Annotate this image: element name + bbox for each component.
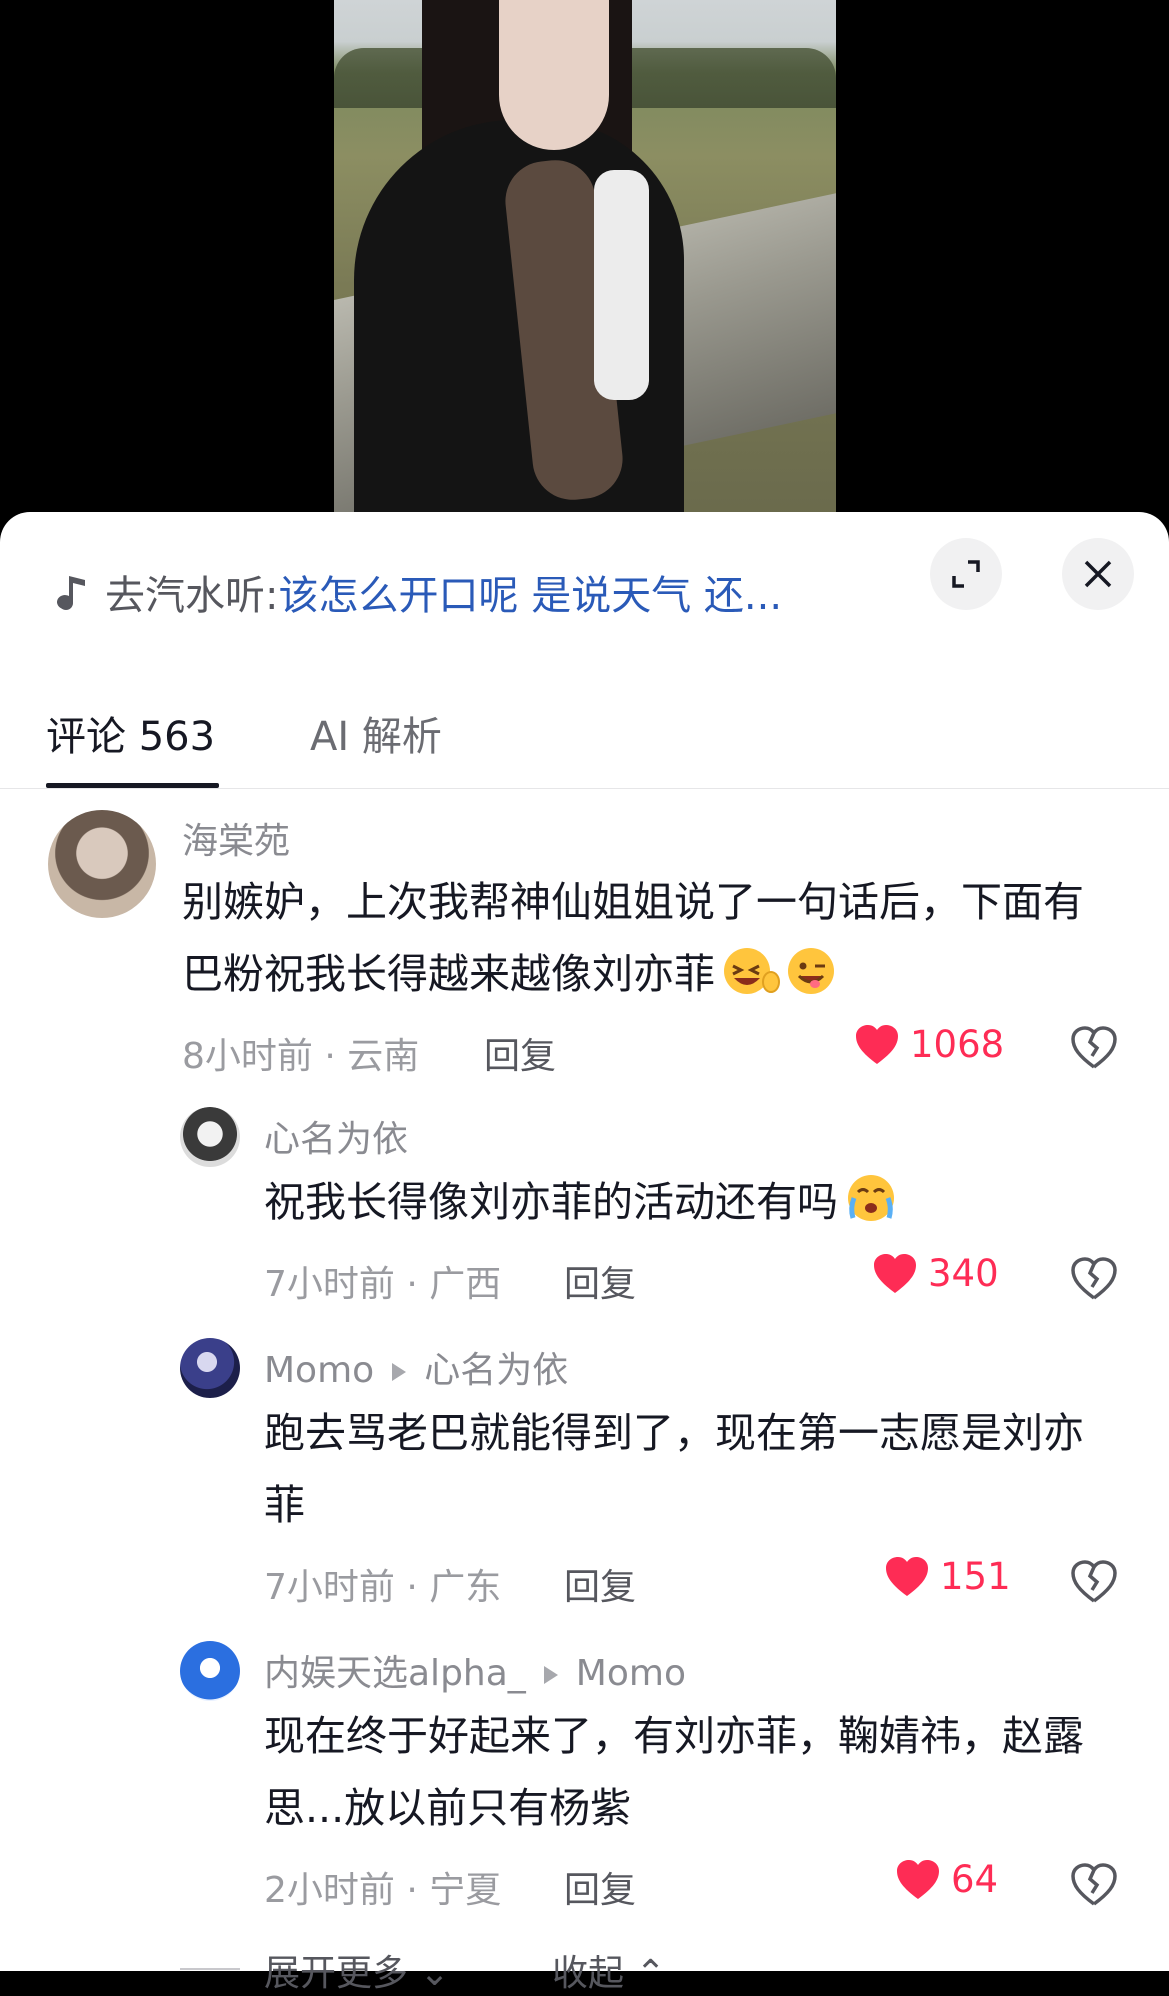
comment-text: 现在终于好起来了，有刘亦菲，鞠婧祎，赵露思...放以前只有杨紫: [264, 1712, 1084, 1832]
reply-arrow-icon: [543, 1666, 558, 1684]
chevron-down-icon: ⌄: [408, 1953, 450, 1994]
expand-button[interactable]: [930, 538, 1002, 610]
video-player[interactable]: [334, 0, 836, 520]
comment-username[interactable]: 内娱天选alpha_: [264, 1653, 526, 1694]
comment-username[interactable]: 海棠苑: [182, 812, 290, 864]
expand-icon: [952, 560, 980, 588]
music-note-icon: [57, 576, 85, 610]
like-count: 1068: [910, 1023, 1005, 1066]
collapse-button[interactable]: 收起 ⌃: [552, 1944, 666, 1996]
close-button[interactable]: [1062, 538, 1134, 610]
comment-meta: 7小时前 · 广西: [264, 1264, 502, 1305]
comment-username-row: 内娱天选alpha_ Momo: [264, 1644, 686, 1696]
comment-text: 跑去骂老巴就能得到了，现在第一志愿是刘亦菲: [264, 1409, 1084, 1529]
crying-face-icon: [842, 1172, 900, 1246]
like-button[interactable]: 1068: [854, 1023, 1004, 1066]
avatar[interactable]: [180, 1107, 240, 1167]
comment-username[interactable]: Momo: [264, 1350, 374, 1391]
like-button[interactable]: 151: [884, 1555, 1011, 1598]
music-prefix: 去汽水听:: [105, 573, 279, 619]
expand-more-button[interactable]: 展开更多 ⌄: [264, 1944, 450, 1996]
reply-button[interactable]: 回复: [564, 1558, 636, 1610]
reply-arrow-icon: [392, 1363, 407, 1381]
comment-meta: 2小时前 · 宁夏: [264, 1870, 502, 1911]
music-title[interactable]: 该怎么开口呢 是说天气 还...: [278, 563, 782, 621]
like-button[interactable]: 340: [872, 1252, 999, 1295]
like-count: 151: [940, 1555, 1011, 1598]
comment-text: 祝我长得像刘亦菲的活动还有吗: [264, 1166, 1124, 1246]
reply-to-username[interactable]: 心名为依: [424, 1350, 568, 1391]
dislike-icon[interactable]: [1070, 1863, 1118, 1907]
comment-text: 别嫉妒，上次我帮神仙姐姐说了一句话后，下面有巴粉祝我长得越来越像刘亦菲: [182, 866, 1122, 1018]
like-count: 340: [928, 1252, 999, 1295]
expand-more-label: 展开更多: [264, 1953, 409, 1994]
divider-line: [180, 1968, 240, 1970]
like-count: 64: [951, 1858, 999, 1901]
collapse-label: 收起: [552, 1953, 625, 1994]
comment-sheet: 去汽水听: 该怎么开口呢 是说天气 还... 评论 563 AI 解析 海棠苑 …: [0, 512, 1169, 1994]
reply-button[interactable]: 回复: [564, 1255, 636, 1307]
like-button[interactable]: 64: [895, 1858, 998, 1901]
comment-username[interactable]: 心名为依: [264, 1110, 408, 1162]
reply-button[interactable]: 回复: [484, 1027, 556, 1079]
avatar[interactable]: [180, 1641, 240, 1701]
comment-meta: 7小时前 · 广东: [264, 1567, 502, 1608]
tab-bar: 评论 563 AI 解析: [0, 672, 1169, 789]
heart-icon: [856, 1024, 898, 1064]
winking-face-icon: [785, 946, 837, 1018]
reply-to-username[interactable]: Momo: [576, 1653, 686, 1694]
tab-active-indicator: [46, 783, 219, 788]
dislike-icon[interactable]: [1070, 1026, 1118, 1070]
reply-button[interactable]: 回复: [564, 1861, 636, 1913]
heart-icon: [897, 1859, 939, 1899]
avatar[interactable]: [48, 810, 156, 918]
avatar[interactable]: [180, 1338, 240, 1398]
dislike-icon[interactable]: [1070, 1257, 1118, 1301]
chevron-up-icon: ⌃: [624, 1953, 666, 1994]
tab-comments[interactable]: 评论 563: [46, 704, 215, 762]
music-link[interactable]: 去汽水听: 该怎么开口呢 是说天气 还...: [55, 552, 782, 632]
laughing-face-icon: [719, 946, 781, 1018]
tab-ai-analysis[interactable]: AI 解析: [310, 704, 442, 762]
heart-icon: [874, 1253, 916, 1293]
comment-username-row: Momo 心名为依: [264, 1341, 568, 1393]
close-icon: [1084, 560, 1112, 588]
dislike-icon[interactable]: [1070, 1560, 1118, 1604]
comment-meta: 8小时前 · 云南: [182, 1036, 420, 1077]
heart-icon: [886, 1556, 928, 1596]
